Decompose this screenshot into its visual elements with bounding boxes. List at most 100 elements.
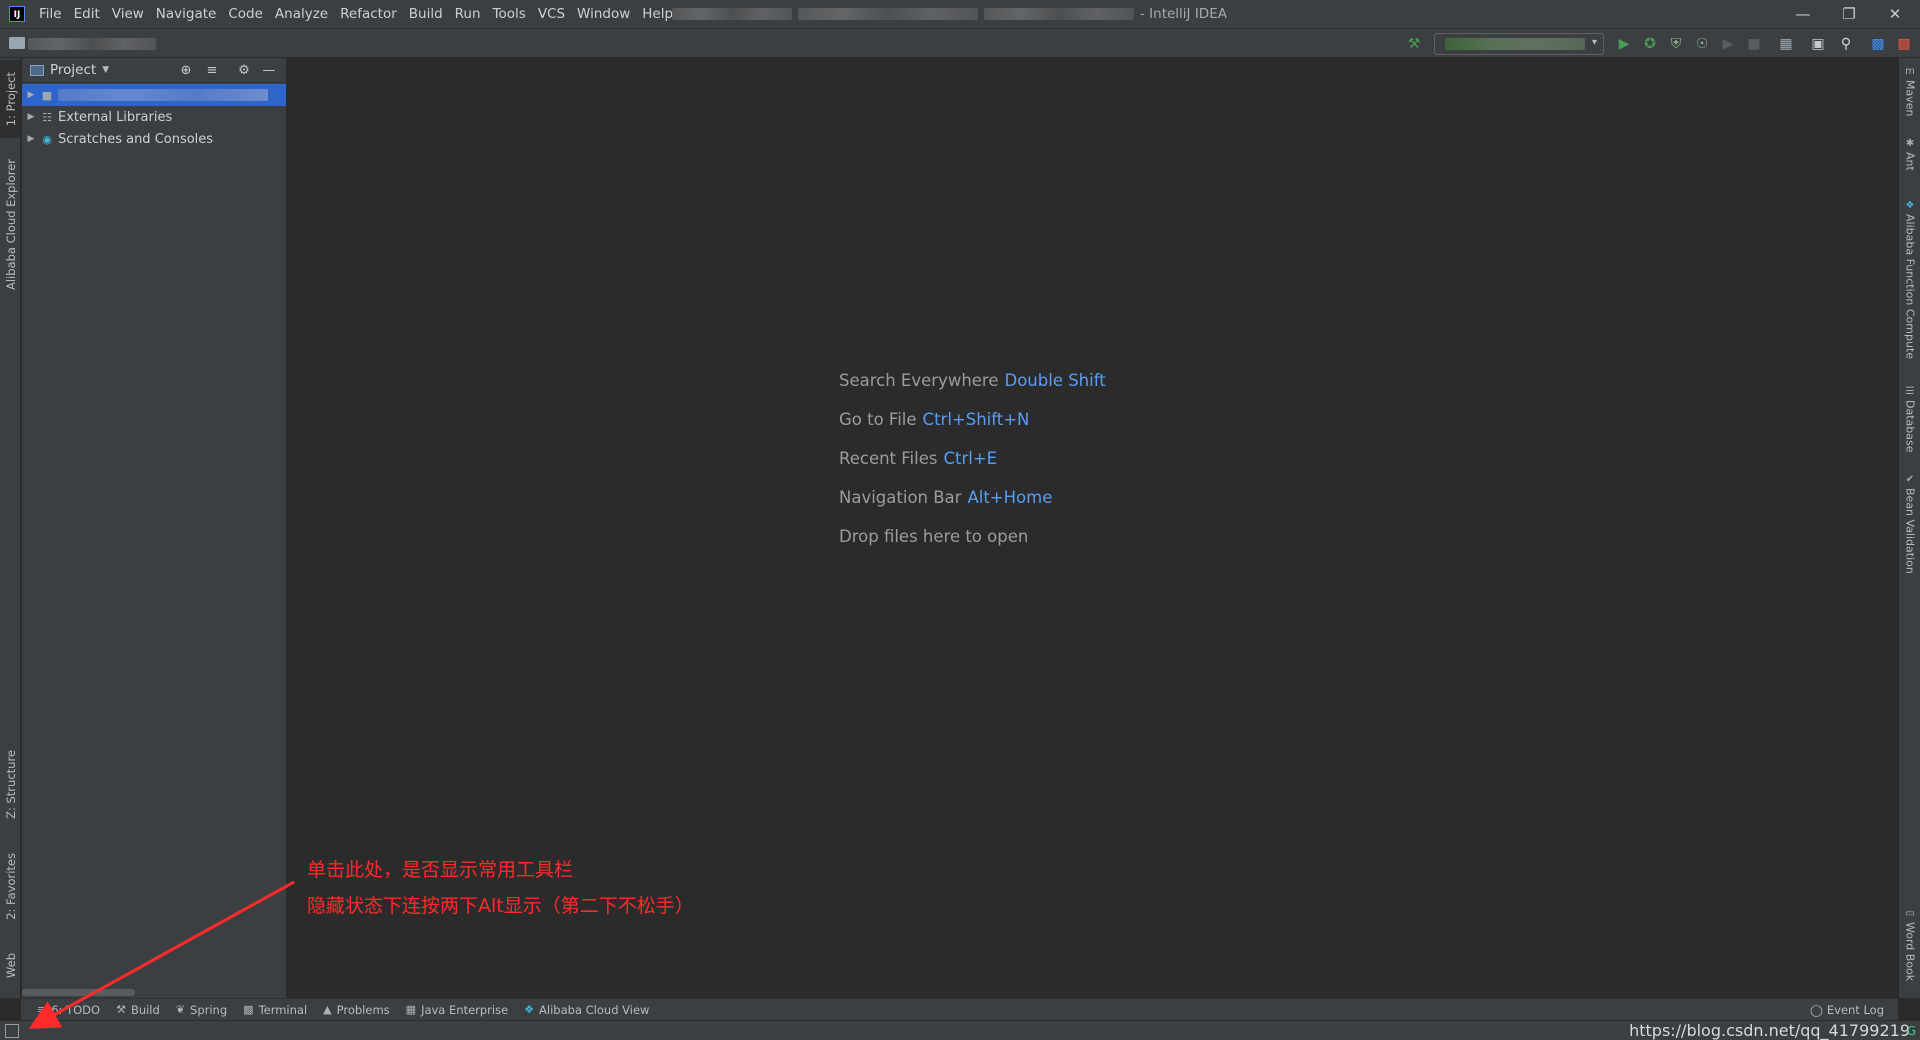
tool-tab-ant[interactable]: ✱ Ant (1899, 138, 1920, 171)
project-view-icon (30, 64, 44, 76)
tool-tab-maven[interactable]: m Maven (1899, 66, 1920, 116)
tool-tab-todo-label: 6: TODO (51, 1002, 101, 1017)
collapse-all-icon[interactable]: ≡ (203, 62, 221, 79)
tool-tab-alibaba-cloud-explorer[interactable]: Alibaba Cloud Explorer (0, 150, 21, 298)
project-structure-icon[interactable]: ▦ (1776, 34, 1796, 54)
tool-tab-project-label: 1: Project (3, 71, 18, 127)
chevron-down-icon[interactable]: ▼ (102, 65, 109, 75)
libraries-icon: ☷ (42, 110, 52, 124)
build-hammer-icon[interactable]: ⚒ (1404, 34, 1424, 54)
warning-icon: ▲ (323, 1003, 332, 1016)
run-icon[interactable]: ▶ (1614, 34, 1634, 54)
menu-navigate[interactable]: Navigate (150, 0, 223, 28)
blurred-project-root-name (58, 89, 268, 101)
tree-item-label: Scratches and Consoles (58, 131, 214, 147)
hint-shortcut: Ctrl+E (943, 449, 998, 468)
tool-tab-project[interactable]: 1: Project (0, 60, 21, 138)
debug-icon[interactable]: ✪ (1640, 34, 1660, 54)
annotation-text: 单击此处，是否显示常用工具栏 隐藏状态下连按两下Alt显示（第二下不松手） (307, 852, 694, 924)
menu-edit[interactable]: Edit (68, 0, 106, 28)
project-tree: ▶ ■ ▶ ☷ External Libraries ▶ ◉ Scratches… (22, 83, 286, 150)
run-disabled-icon[interactable]: ▶ (1718, 34, 1738, 54)
tool-tab-build[interactable]: ⚒ Build (108, 999, 168, 1021)
tool-tab-bean-validation-label: Bean Validation (1903, 488, 1917, 574)
tool-tab-word-book[interactable]: ▭ Word Book (1899, 908, 1920, 981)
navigation-bar: ⚒ ▾ ▶ ✪ ⛨ ☉ ▶ ■ ▦ ▣ ⚲ ▩ ▩ (0, 28, 1920, 58)
tool-tab-favorites[interactable]: 2: Favorites (0, 842, 21, 930)
expand-arrow-icon[interactable]: ▶ (23, 90, 39, 100)
profile-icon[interactable]: ☉ (1692, 34, 1712, 54)
close-button[interactable]: ✕ (1872, 0, 1918, 28)
minimize-button[interactable]: — (1780, 0, 1826, 28)
tree-item-scratches-and-consoles[interactable]: ▶ ◉ Scratches and Consoles (22, 128, 286, 150)
menu-build[interactable]: Build (403, 0, 449, 28)
gear-icon[interactable]: ⚙ (235, 62, 253, 79)
watermark-url: https://blog.csdn.net/qq_41799219 (1629, 1021, 1910, 1040)
alibaba-cloud-icon: ❖ (524, 1003, 535, 1016)
restore-button[interactable]: ❐ (1826, 0, 1872, 28)
bottom-tool-window-bar: ≡ 6: TODO ⚒ Build ❦ Spring ▩ Terminal ▲ Probl… (21, 998, 1898, 1020)
spring-leaf-icon: ❦ (175, 1003, 186, 1016)
tool-tab-structure[interactable]: Z: Structure (0, 740, 21, 828)
coverage-icon[interactable]: ⛨ (1666, 34, 1686, 54)
search-icon[interactable]: ⚲ (1836, 34, 1856, 54)
tool-tab-problems[interactable]: ▲ Problems (315, 999, 397, 1021)
blurred-config-name (1445, 38, 1585, 50)
tree-item-external-libraries[interactable]: ▶ ☷ External Libraries (22, 106, 286, 128)
hint-action: Navigation Bar (839, 488, 962, 507)
menu-file[interactable]: File (33, 0, 68, 28)
tool-tab-web[interactable]: Web (0, 940, 21, 992)
office-plugin-icon[interactable]: ▩ (1894, 34, 1914, 54)
breadcrumb[interactable] (28, 38, 156, 50)
project-view-selector[interactable]: Project (50, 62, 96, 78)
menu-code[interactable]: Code (222, 0, 269, 28)
right-tool-stripe: m Maven ✱ Ant ❖ Alibaba Function Compute… (1898, 58, 1920, 998)
tool-tab-event-log[interactable]: ◯ Event Log (1810, 999, 1884, 1021)
blurred-project-name (672, 8, 792, 20)
java-enterprise-icon: ▦ (405, 1003, 417, 1016)
annotation-line-2: 隐藏状态下连按两下Alt显示（第二下不松手） (307, 895, 694, 917)
database-icon: ☰ (1905, 386, 1915, 397)
locate-target-icon[interactable]: ⊕ (177, 62, 195, 79)
tool-tab-spring[interactable]: ❦ Spring (168, 999, 235, 1021)
tree-item-project-root[interactable]: ▶ ■ (22, 84, 286, 106)
tool-tab-todo[interactable]: ≡ 6: TODO (29, 999, 108, 1021)
toggle-window-icon[interactable]: ▣ (1808, 34, 1828, 54)
menu-view[interactable]: View (106, 0, 150, 28)
expand-arrow-icon[interactable]: ▶ (23, 134, 39, 144)
toggle-tool-buttons-icon[interactable] (5, 1024, 19, 1038)
menu-bar: File Edit View Navigate Code Analyze Ref… (33, 0, 679, 28)
google-translate-icon[interactable]: G (1907, 1024, 1916, 1038)
project-folder-icon: ■ (41, 88, 53, 102)
tool-tab-alibaba-cloud-view[interactable]: ❖ Alibaba Cloud View (516, 999, 657, 1021)
hide-panel-icon[interactable]: — (260, 62, 278, 79)
tool-tab-terminal-label: Terminal (258, 1002, 308, 1017)
word-book-icon: ▭ (1905, 908, 1915, 919)
tool-tab-favorites-label: 2: Favorites (3, 852, 18, 920)
tool-tab-ant-label: Ant (1903, 152, 1917, 171)
menu-vcs[interactable]: VCS (532, 0, 571, 28)
stop-icon[interactable]: ■ (1744, 34, 1764, 54)
menu-tools[interactable]: Tools (487, 0, 532, 28)
hint-search-everywhere: Search Everywhere Double Shift (839, 371, 1106, 410)
tool-tab-word-book-label: Word Book (1903, 922, 1917, 982)
menu-window[interactable]: Window (571, 0, 636, 28)
menu-analyze[interactable]: Analyze (269, 0, 334, 28)
horizontal-scrollbar[interactable] (22, 989, 135, 996)
tool-tab-alibaba-function-compute[interactable]: ❖ Alibaba Function Compute (1899, 200, 1920, 359)
hint-go-to-file: Go to File Ctrl+Shift+N (839, 410, 1106, 449)
tool-tab-database[interactable]: ☰ Database (1899, 386, 1920, 453)
tool-tab-bean-validation[interactable]: ✔ Bean Validation (1899, 474, 1920, 574)
expand-arrow-icon[interactable]: ▶ (23, 112, 39, 122)
title-bar: IJ File Edit View Navigate Code Analyze … (0, 0, 1920, 28)
run-configuration-select[interactable]: ▾ (1434, 33, 1604, 55)
window-title-suffix: - IntelliJ IDEA (1140, 6, 1227, 22)
tool-tab-terminal[interactable]: ▩ Terminal (235, 999, 315, 1021)
menu-run[interactable]: Run (449, 0, 487, 28)
hint-drop-files: Drop files here to open (839, 527, 1106, 566)
editor-empty-hints: Search Everywhere Double Shift Go to File… (839, 371, 1106, 566)
menu-refactor[interactable]: Refactor (334, 0, 403, 28)
translate-icon[interactable]: ▩ (1868, 34, 1888, 54)
tool-tab-java-enterprise[interactable]: ▦ Java Enterprise (398, 999, 517, 1021)
window-title: - IntelliJ IDEA (672, 0, 1227, 28)
